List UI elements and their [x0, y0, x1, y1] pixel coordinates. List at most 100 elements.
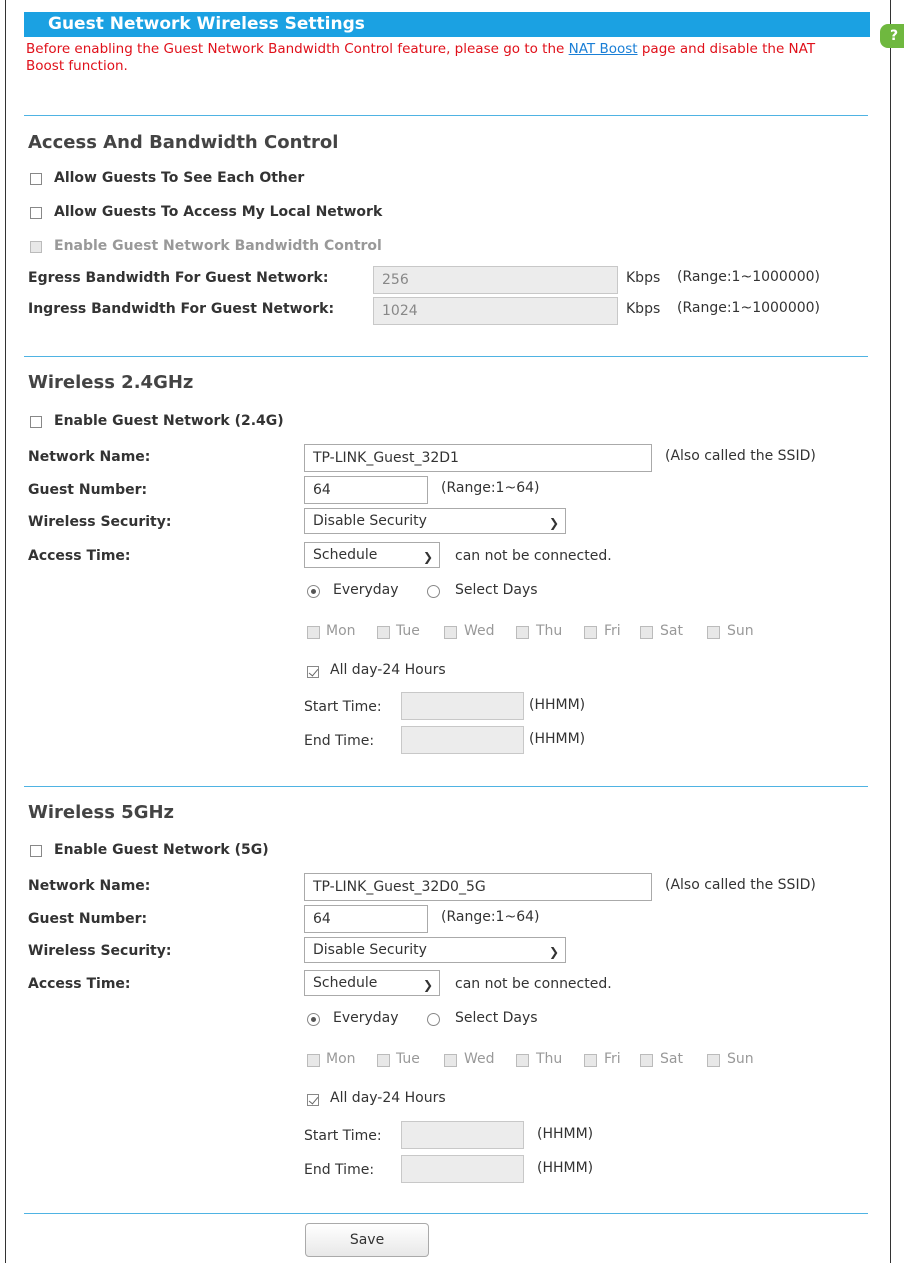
day-tue-5-checkbox[interactable] [377, 1054, 390, 1067]
day-sun-24-checkbox[interactable] [707, 626, 720, 639]
day-sun-5-checkbox[interactable] [707, 1054, 720, 1067]
network-name-5-label: Network Name: [28, 878, 151, 894]
left-border [5, 0, 6, 1263]
start-hhmm-5: (HHMM) [537, 1126, 594, 1142]
all-day-24-checkbox[interactable] [307, 666, 319, 678]
select-days-5-radio[interactable] [427, 1013, 440, 1026]
guest-number-5-label: Guest Number: [28, 911, 148, 927]
allow-see-each-other-label: Allow Guests To See Each Other [54, 170, 305, 186]
day-tue-24-checkbox[interactable] [377, 626, 390, 639]
nat-boost-link[interactable]: NAT Boost [569, 41, 638, 57]
ingress-input[interactable]: 1024 [373, 297, 618, 325]
guest-range-24: (Range:1~64) [441, 480, 540, 496]
enable-guest-5-checkbox[interactable] [30, 845, 42, 857]
right-border [890, 0, 891, 1263]
day-mon-5-label: Mon [326, 1051, 356, 1067]
ingress-label: Ingress Bandwidth For Guest Network: [28, 301, 335, 317]
day-fri-24-label: Fri [604, 623, 621, 639]
day-mon-24-checkbox[interactable] [307, 626, 320, 639]
enable-guest-24-label: Enable Guest Network (2.4G) [54, 413, 284, 429]
access-time-5-select[interactable]: Schedule ❯ [304, 970, 440, 996]
day-thu-5-checkbox[interactable] [516, 1054, 529, 1067]
enable-bandwidth-checkbox[interactable] [30, 241, 42, 253]
network-name-5-input[interactable]: TP-LINK_Guest_32D0_5G [304, 873, 652, 901]
day-thu-24-checkbox[interactable] [516, 626, 529, 639]
select-days-24-radio[interactable] [427, 585, 440, 598]
all-day-24-label: All day-24 Hours [330, 662, 446, 678]
wireless-24-title: Wireless 2.4GHz [28, 372, 194, 393]
egress-range: (Range:1~1000000) [677, 269, 821, 285]
end-hhmm-5: (HHMM) [537, 1160, 594, 1176]
ingress-range: (Range:1~1000000) [677, 300, 821, 316]
day-thu-5-label: Thu [536, 1051, 563, 1067]
divider [24, 1213, 868, 1214]
access-section-title: Access And Bandwidth Control [28, 132, 339, 153]
start-time-24-label: Start Time: [304, 699, 382, 715]
day-wed-5-checkbox[interactable] [444, 1054, 457, 1067]
access-note-5: can not be connected. [455, 976, 612, 992]
guest-number-5-input[interactable]: 64 [304, 905, 428, 933]
day-fri-5-checkbox[interactable] [584, 1054, 597, 1067]
day-thu-24-label: Thu [536, 623, 563, 639]
page-title: Guest Network Wireless Settings [24, 12, 870, 37]
select-days-5-label: Select Days [455, 1010, 538, 1026]
access-time-5-label: Access Time: [28, 976, 131, 992]
enable-guest-5-label: Enable Guest Network (5G) [54, 842, 269, 858]
day-wed-5-label: Wed [464, 1051, 495, 1067]
everyday-5-radio[interactable] [307, 1013, 320, 1026]
egress-unit: Kbps [626, 270, 661, 286]
day-fri-24-checkbox[interactable] [584, 626, 597, 639]
egress-input[interactable]: 256 [373, 266, 618, 294]
security-5-select[interactable]: Disable Security ❯ [304, 937, 566, 963]
save-button[interactable]: Save [305, 1223, 429, 1257]
all-day-5-label: All day-24 Hours [330, 1090, 446, 1106]
enable-bandwidth-label: Enable Guest Network Bandwidth Control [54, 238, 382, 254]
day-sat-24-checkbox[interactable] [640, 626, 653, 639]
help-icon[interactable]: ? [880, 24, 904, 48]
chevron-down-icon: ❯ [422, 550, 433, 564]
end-time-24-input[interactable] [401, 726, 524, 754]
end-time-5-input[interactable] [401, 1155, 524, 1183]
chevron-down-icon: ❯ [548, 945, 559, 959]
allow-local-network-label: Allow Guests To Access My Local Network [54, 204, 383, 220]
network-name-24-label: Network Name: [28, 449, 151, 465]
notice-text-before: Before enabling the Guest Network Bandwi… [26, 41, 569, 57]
access-time-24-select[interactable]: Schedule ❯ [304, 542, 440, 568]
divider [24, 786, 868, 787]
start-time-5-label: Start Time: [304, 1128, 382, 1144]
access-time-24-value: Schedule [313, 547, 378, 563]
enable-guest-24-checkbox[interactable] [30, 416, 42, 428]
ssid-note-5: (Also called the SSID) [665, 877, 816, 893]
start-time-24-input[interactable] [401, 692, 524, 720]
day-sat-5-checkbox[interactable] [640, 1054, 653, 1067]
guest-number-24-label: Guest Number: [28, 482, 148, 498]
day-mon-5-checkbox[interactable] [307, 1054, 320, 1067]
start-hhmm-24: (HHMM) [529, 697, 586, 713]
chevron-down-icon: ❯ [548, 516, 559, 530]
network-name-24-input[interactable]: TP-LINK_Guest_32D1 [304, 444, 652, 472]
ingress-unit: Kbps [626, 301, 661, 317]
day-wed-24-checkbox[interactable] [444, 626, 457, 639]
select-days-24-label: Select Days [455, 582, 538, 598]
end-time-5-label: End Time: [304, 1162, 375, 1178]
guest-number-24-input[interactable]: 64 [304, 476, 428, 504]
allow-local-network-checkbox[interactable] [30, 207, 42, 219]
day-tue-5-label: Tue [396, 1051, 420, 1067]
nat-boost-notice: Before enabling the Guest Network Bandwi… [26, 41, 856, 75]
divider [24, 115, 868, 116]
start-time-5-input[interactable] [401, 1121, 524, 1149]
day-sat-5-label: Sat [660, 1051, 683, 1067]
guest-range-5: (Range:1~64) [441, 909, 540, 925]
all-day-5-checkbox[interactable] [307, 1094, 319, 1106]
day-tue-24-label: Tue [396, 623, 420, 639]
allow-see-each-other-checkbox[interactable] [30, 173, 42, 185]
security-24-label: Wireless Security: [28, 514, 172, 530]
everyday-5-label: Everyday [333, 1010, 399, 1026]
wireless-5-title: Wireless 5GHz [28, 802, 175, 823]
access-time-24-label: Access Time: [28, 548, 131, 564]
day-sun-24-label: Sun [727, 623, 754, 639]
day-sun-5-label: Sun [727, 1051, 754, 1067]
day-fri-5-label: Fri [604, 1051, 621, 1067]
security-24-select[interactable]: Disable Security ❯ [304, 508, 566, 534]
everyday-24-radio[interactable] [307, 585, 320, 598]
